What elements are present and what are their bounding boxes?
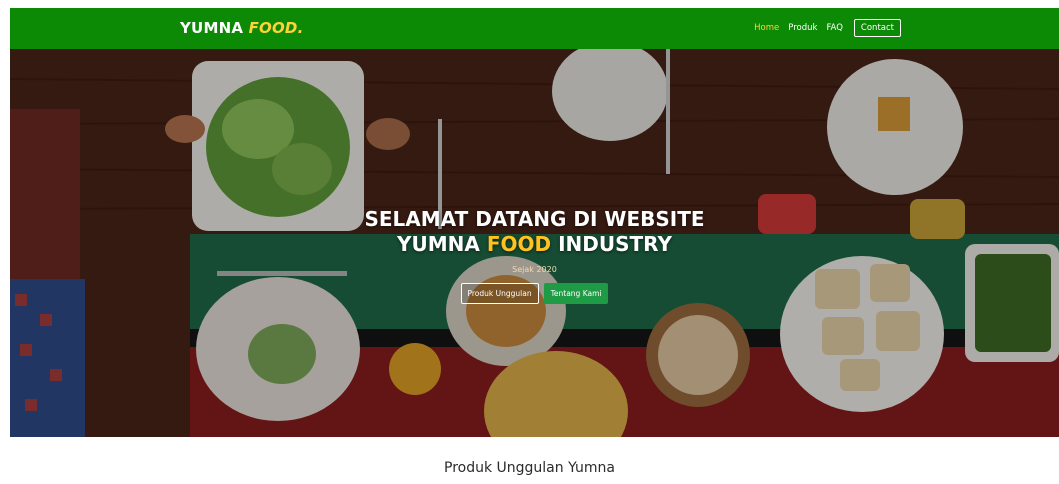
page: YUMNA FOOD. Home Produk FAQ Contact SELA… [0,0,1059,484]
hero-title-pre: YUMNA [397,232,480,256]
hero-subtitle: Sejak 2020 [512,265,557,274]
brand-accent: FOOD. [248,19,304,37]
produk-unggulan-button[interactable]: Produk Unggulan [460,283,539,304]
hero-title-accent: FOOD [486,232,552,256]
hero-buttons: Produk Unggulan Tentang Kami [10,283,1059,304]
nav-contact-button[interactable]: Contact [853,19,901,37]
top-navbar: YUMNA FOOD. Home Produk FAQ Contact [10,8,1059,49]
hero-content: SELAMAT DATANG DI WEBSITE YUMNA FOOD IND… [10,207,1059,304]
hero-title: SELAMAT DATANG DI WEBSITE YUMNA FOOD IND… [10,207,1059,257]
nav-links: Home Produk FAQ Contact [754,19,901,37]
hero-title-post: INDUSTRY [558,232,672,256]
section-heading: Produk Unggulan Yumna [444,460,615,476]
nav-link-faq[interactable]: FAQ [826,23,842,33]
hero-title-line1: SELAMAT DATANG DI WEBSITE [364,207,705,231]
brand-name: YUMNA [180,19,244,37]
hero-banner: SELAMAT DATANG DI WEBSITE YUMNA FOOD IND… [10,49,1059,437]
nav-link-produk[interactable]: Produk [788,23,817,33]
brand-logo[interactable]: YUMNA FOOD. [180,19,303,37]
nav-link-home[interactable]: Home [754,23,779,33]
tentang-kami-button[interactable]: Tentang Kami [543,283,609,304]
